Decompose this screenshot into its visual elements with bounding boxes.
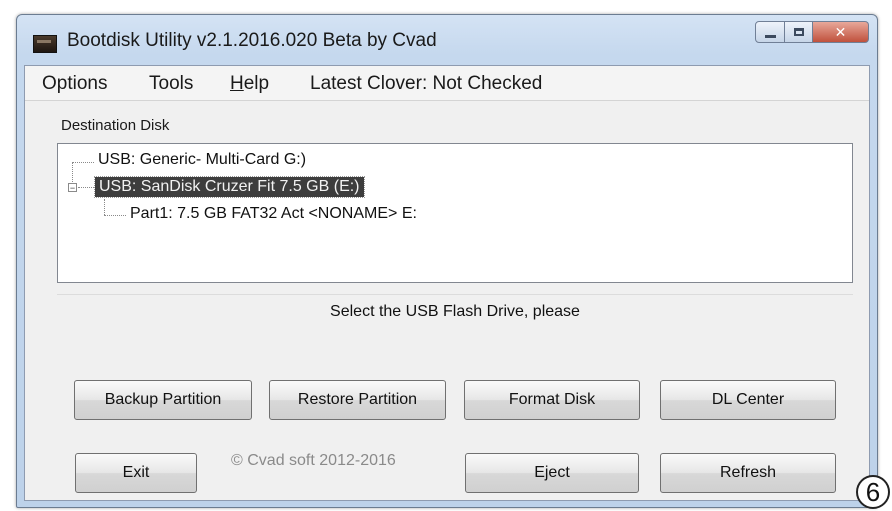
menu-options[interactable]: Options [42,73,107,95]
menu-help-accelerator: H [230,73,244,94]
eject-button[interactable]: Eject [465,453,639,493]
status-bar: Select the USB Flash Drive, please [57,294,853,329]
title-bar[interactable]: Bootdisk Utility v2.1.2016.020 Beta by C… [17,15,877,63]
format-disk-button[interactable]: Format Disk [464,380,640,420]
dl-center-button[interactable]: DL Center [660,380,836,420]
tree-node-part1[interactable]: Part1: 7.5 GB FAT32 Act <NONAME> E: [130,205,417,223]
menu-bar: Options Tools Help Latest Clover: Not Ch… [25,66,869,101]
collapse-icon[interactable]: − [68,183,77,193]
restore-partition-button[interactable]: Restore Partition [269,380,446,420]
close-icon: ✕ [834,23,847,40]
destination-disk-tree[interactable]: USB: Generic- Multi-Card G:) − USB: SanD… [57,143,853,283]
exit-button[interactable]: Exit [75,453,197,493]
menu-help[interactable]: Help [230,73,269,95]
backup-partition-button[interactable]: Backup Partition [74,380,252,420]
client-area: Options Tools Help Latest Clover: Not Ch… [24,65,870,501]
window-title: Bootdisk Utility v2.1.2016.020 Beta by C… [67,30,437,51]
maximize-icon [793,28,804,36]
app-window: Bootdisk Utility v2.1.2016.020 Beta by C… [16,14,878,508]
tree-connector [72,162,94,163]
minimize-icon [764,34,776,38]
copyright-text: © Cvad soft 2012-2016 [231,452,396,469]
minimize-button[interactable] [755,21,785,43]
tree-node-sandisk-cruzer[interactable]: USB: SanDisk Cruzer Fit 7.5 GB (E:) [94,176,365,198]
app-disk-icon [33,35,57,53]
destination-disk-label: Destination Disk [61,117,170,134]
menu-help-rest: elp [243,73,270,94]
tree-connector [78,187,94,188]
tree-connector [104,199,105,215]
tree-node-generic-multi-card[interactable]: USB: Generic- Multi-Card G:) [98,151,306,169]
menu-tools[interactable]: Tools [149,73,193,95]
tree-connector [104,215,126,216]
close-button[interactable]: ✕ [813,21,869,43]
figure-number-badge: 6 [856,475,890,509]
caption-buttons: ✕ [755,21,869,45]
menu-latest-clover[interactable]: Latest Clover: Not Checked [310,73,542,95]
refresh-button[interactable]: Refresh [660,453,836,493]
status-text: Select the USB Flash Drive, please [330,303,580,320]
maximize-button[interactable] [785,21,813,43]
